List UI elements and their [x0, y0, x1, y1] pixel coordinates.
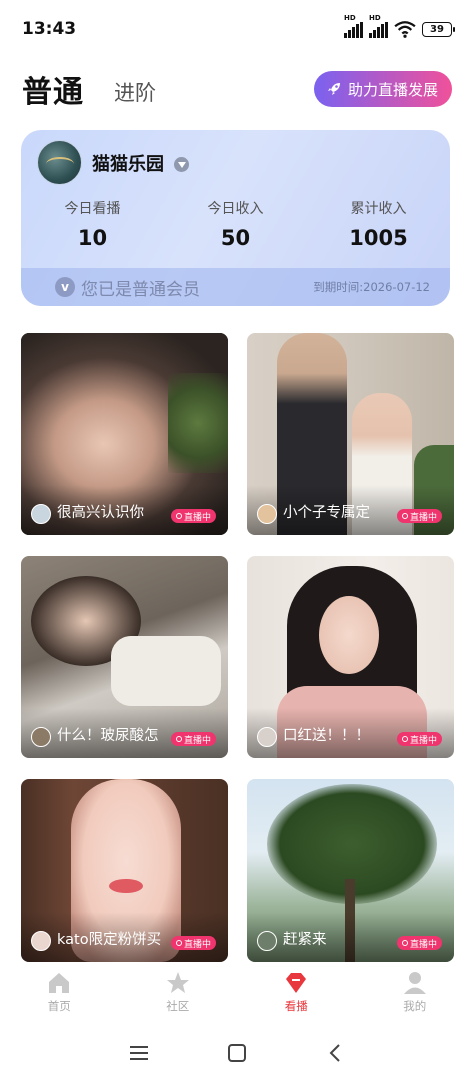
stream-card[interactable]: 很高兴认识你 直播中 [21, 333, 228, 535]
live-icon [401, 513, 408, 519]
stream-title: 什么！玻尿酸怎 [57, 728, 159, 744]
chevron-down-icon[interactable] [174, 157, 189, 172]
member-card: 猫猫乐园 今日看播 10 今日收入 50 累计收入 1005 v 您已是普通会员… [21, 130, 450, 306]
profile-icon [403, 972, 426, 994]
nav-community[interactable]: 社区 [119, 962, 238, 1026]
stream-title: 口红送！！！ [283, 728, 370, 744]
nav-label: 首页 [47, 999, 71, 1013]
live-badge: 直播中 [396, 732, 442, 746]
stat-label: 今日看播 [64, 201, 121, 217]
nav-watch[interactable]: 看播 [237, 962, 356, 1026]
live-badge: 直播中 [170, 936, 216, 950]
live-icon [401, 736, 408, 742]
tab-advanced[interactable]: 进阶 [114, 77, 156, 107]
stream-title: 赶紧来 [283, 932, 327, 948]
live-icon [401, 940, 408, 946]
home-square-icon[interactable] [226, 1042, 248, 1064]
home-icon [49, 973, 70, 993]
nav-home[interactable]: 首页 [0, 962, 119, 1026]
stream-card[interactable]: kato限定粉饼买 直播中 [21, 779, 228, 962]
header: 普通 进阶 助力直播发展 [22, 64, 452, 114]
streamer-avatar [257, 931, 277, 951]
streamer-avatar [31, 727, 51, 747]
expire-date: 到期时间:2026-07-12 [313, 280, 430, 294]
stream-title: 很高兴认识你 [57, 505, 144, 521]
streamer-avatar [257, 504, 277, 524]
battery-icon: 39 [422, 21, 455, 37]
stream-title: kato限定粉饼买 [57, 932, 162, 948]
rocket-icon [327, 83, 340, 95]
avatar[interactable] [37, 140, 82, 185]
live-icon [175, 940, 182, 946]
live-badge: 直播中 [170, 509, 216, 523]
stream-card[interactable]: 小个子专属定 直播中 [247, 333, 454, 535]
status-time: 13:43 [22, 19, 77, 39]
member-status: 您已是普通会员 [81, 279, 200, 300]
nav-label: 我的 [403, 999, 427, 1013]
live-icon [175, 736, 182, 742]
tab-normal[interactable]: 普通 [22, 67, 84, 111]
streamer-avatar [31, 931, 51, 951]
stream-title: 小个子专属定 [283, 505, 370, 521]
stat-value: 1005 [349, 226, 408, 250]
nav-label: 看播 [284, 999, 308, 1013]
status-bar: 13:43 HD HD 39 [0, 0, 474, 58]
stat-label: 今日收入 [207, 201, 264, 217]
streamer-avatar [257, 727, 277, 747]
signal-icon: HD [344, 14, 363, 38]
star-icon [166, 972, 189, 993]
status-icons: HD HD 39 [344, 14, 455, 38]
stream-card[interactable]: 什么！玻尿酸怎 直播中 [21, 556, 228, 758]
stats-row: 今日看播 10 今日收入 50 累计收入 1005 [21, 198, 450, 250]
stat-value: 10 [77, 226, 108, 250]
live-gem-icon [286, 973, 307, 993]
bottom-nav: 首页 社区 看播 我的 [0, 962, 474, 1026]
stat-value: 50 [220, 226, 251, 250]
wifi-icon [394, 21, 416, 38]
user-info[interactable]: 猫猫乐园 [37, 140, 189, 185]
stat-label: 累计收入 [350, 201, 407, 217]
back-icon[interactable] [324, 1042, 346, 1064]
nav-label: 社区 [166, 999, 190, 1013]
nav-profile[interactable]: 我的 [356, 962, 474, 1026]
stat-total-income: 累计收入 1005 [307, 198, 450, 250]
stream-card[interactable]: 赶紧来 直播中 [247, 779, 454, 962]
live-badge: 直播中 [396, 509, 442, 523]
signal-icon: HD [369, 14, 388, 38]
live-badge: 直播中 [396, 936, 442, 950]
boost-button-label: 助力直播发展 [347, 80, 438, 99]
boost-live-button[interactable]: 助力直播发展 [313, 71, 452, 107]
stat-today-income: 今日收入 50 [164, 198, 307, 250]
stat-today-views: 今日看播 10 [21, 198, 164, 250]
live-icon [175, 513, 182, 519]
stream-card[interactable]: 口红送！！！ 直播中 [247, 556, 454, 758]
menu-icon[interactable] [128, 1042, 150, 1064]
username: 猫猫乐园 [92, 153, 164, 175]
live-badge: 直播中 [170, 732, 216, 746]
membership-bar: v 您已是普通会员 到期时间:2026-07-12 [21, 268, 450, 306]
system-nav [0, 1026, 474, 1080]
streamer-avatar [31, 504, 51, 524]
vip-icon: v [55, 277, 75, 297]
